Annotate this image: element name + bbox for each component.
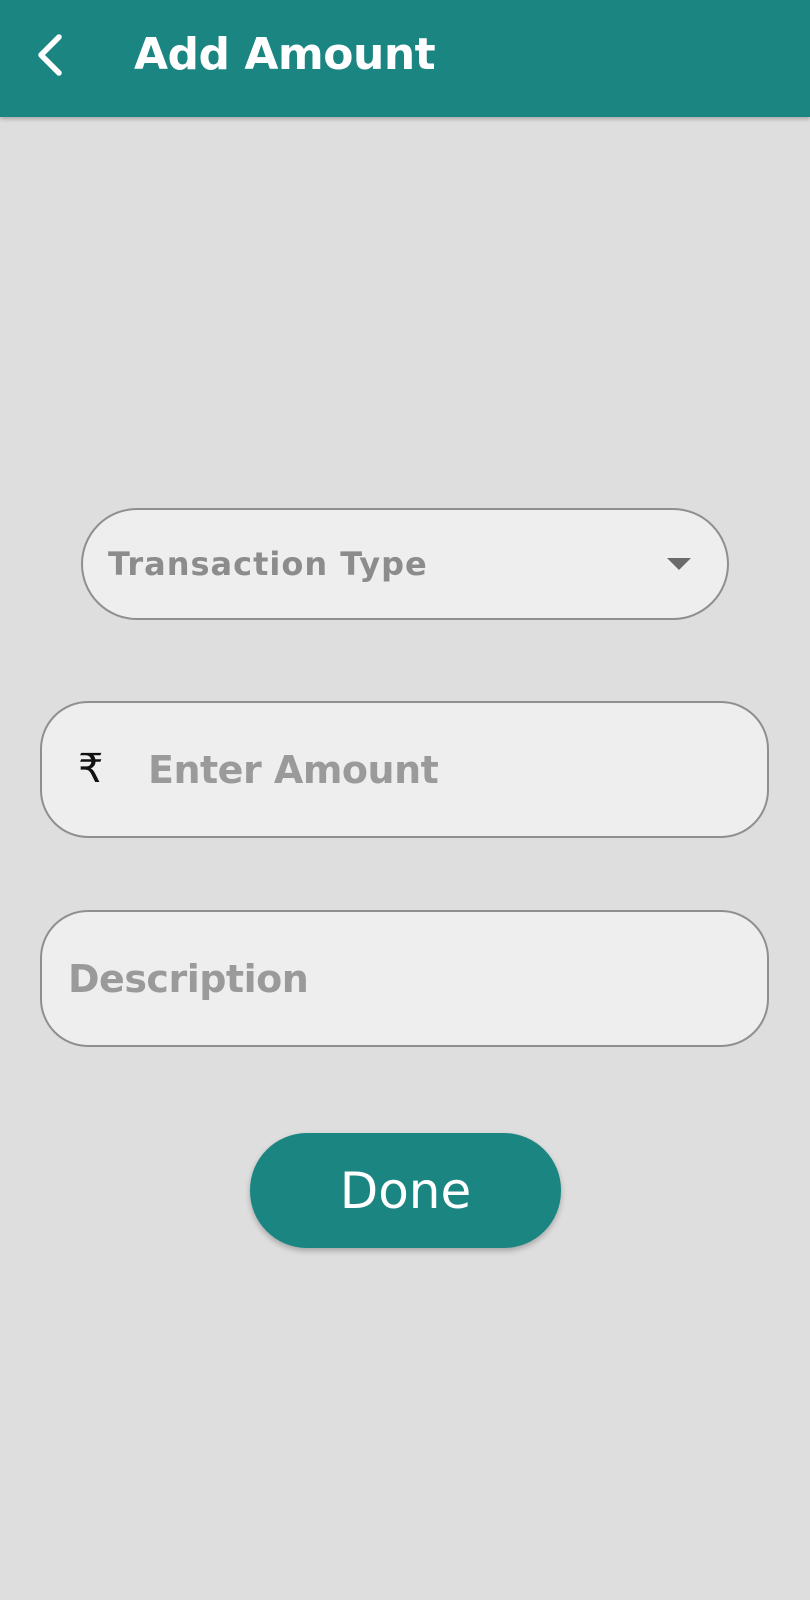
description-field	[40, 910, 769, 1047]
done-button[interactable]: Done	[250, 1133, 561, 1248]
back-button[interactable]	[22, 22, 78, 88]
rupee-icon: ₹	[78, 746, 104, 792]
amount-input[interactable]	[148, 703, 738, 836]
chevron-left-icon	[38, 34, 62, 76]
transaction-type-dropdown[interactable]: Transaction Type	[81, 508, 729, 620]
page-title: Add Amount	[134, 29, 436, 80]
amount-field: ₹	[40, 701, 769, 838]
caret-down-icon	[667, 558, 691, 570]
description-input[interactable]	[68, 912, 738, 1045]
app-bar: Add Amount	[0, 0, 810, 117]
transaction-type-placeholder: Transaction Type	[108, 545, 428, 583]
